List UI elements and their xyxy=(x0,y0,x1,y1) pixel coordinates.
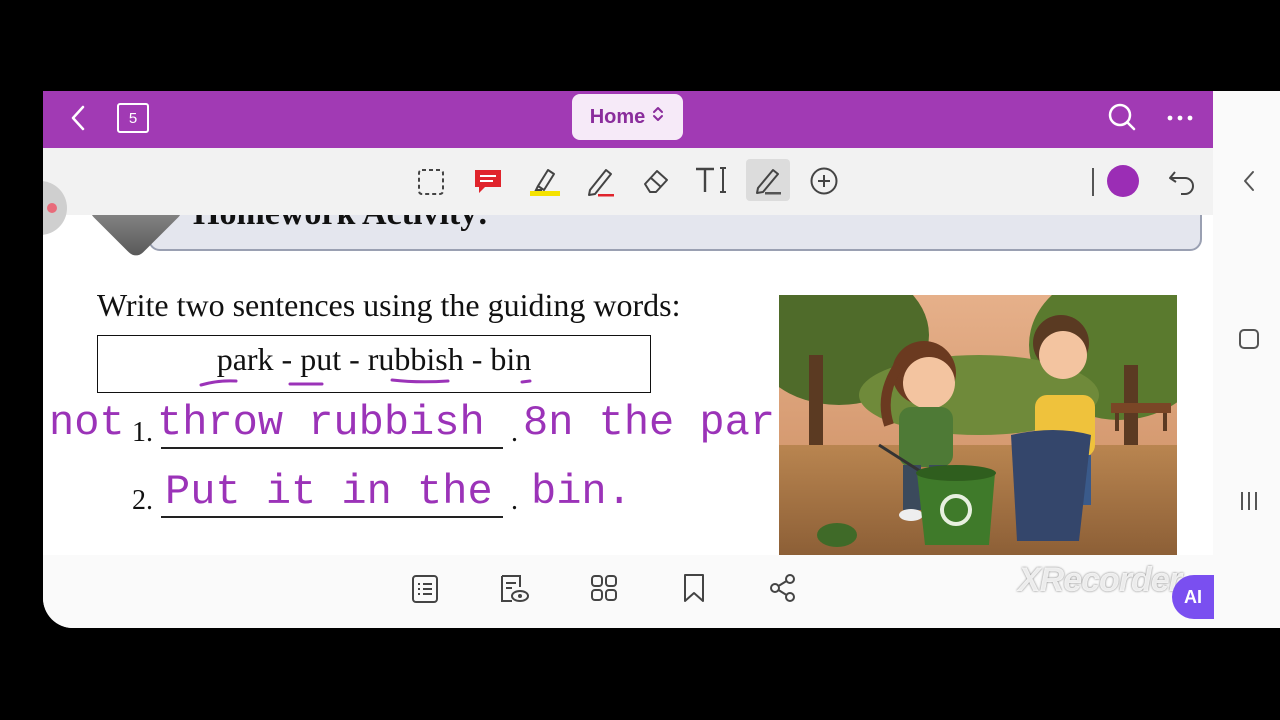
home-square-icon[interactable] xyxy=(1237,327,1261,351)
pen-color-swatch[interactable] xyxy=(1107,165,1139,197)
add-icon[interactable] xyxy=(807,164,841,198)
drawing-toolbar xyxy=(43,148,1213,215)
guide-words-box: park - put - rubbish - bin xyxy=(97,335,651,393)
answer-line-1 xyxy=(161,447,503,449)
handwriting-prefix: not xyxy=(49,399,125,447)
handwriting-line-2: Put it in the xyxy=(165,468,493,516)
back-icon[interactable] xyxy=(61,101,95,135)
grid-icon[interactable] xyxy=(588,572,620,604)
line-number-2: 2. xyxy=(132,485,153,516)
page-count: 5 xyxy=(128,109,138,127)
collapse-panel-icon[interactable] xyxy=(1237,167,1261,195)
page-view-icon[interactable] xyxy=(497,572,531,606)
page-list-icon[interactable] xyxy=(409,572,441,606)
page-count-button[interactable]: 5 xyxy=(117,103,149,133)
pencil-icon[interactable] xyxy=(746,159,790,201)
lasso-select-icon[interactable] xyxy=(415,166,447,198)
recording-dot-icon xyxy=(47,203,57,213)
kids-recycling-illustration xyxy=(779,295,1177,555)
home-section-selector[interactable]: Home xyxy=(572,94,683,140)
handwriting-line-2-rest: bin. xyxy=(531,468,632,516)
document-page[interactable]: Homework Activity: Write two sentences u… xyxy=(43,215,1213,555)
share-icon[interactable] xyxy=(767,572,799,604)
system-nav-strip xyxy=(1213,91,1280,628)
bookmark-icon[interactable] xyxy=(679,571,709,605)
recorder-watermark: XRecorder xyxy=(1018,561,1182,599)
undo-icon[interactable] xyxy=(1165,164,1199,198)
more-icon[interactable] xyxy=(1163,103,1197,133)
line-number-1: 1. xyxy=(132,417,153,448)
home-label: Home xyxy=(589,105,646,128)
ai-assistant-button[interactable]: AI xyxy=(1172,575,1214,619)
text-box-icon[interactable] xyxy=(693,162,729,198)
line-1-period: . xyxy=(511,417,518,448)
answer-line-2 xyxy=(161,516,503,518)
comment-icon[interactable] xyxy=(471,165,505,197)
recents-icon[interactable] xyxy=(1237,487,1261,515)
pen-icon[interactable] xyxy=(583,163,617,199)
chevron-updown-icon xyxy=(651,104,665,130)
eraser-icon[interactable] xyxy=(639,164,673,198)
highlighter-icon[interactable] xyxy=(527,163,563,199)
handwriting-line-1: throw rubbish xyxy=(157,399,485,447)
line-2-period: . xyxy=(511,485,518,516)
ink-underlines xyxy=(199,378,532,387)
search-icon[interactable] xyxy=(1105,100,1139,134)
toolbar-divider xyxy=(1092,168,1094,196)
app-window: 5 Home Write two sentences using the gui… xyxy=(43,91,1280,628)
top-bar: 5 Home xyxy=(43,91,1213,148)
instruction-text: Write two sentences using the guiding wo… xyxy=(97,287,681,323)
section-title: Homework Activity: xyxy=(193,215,489,233)
